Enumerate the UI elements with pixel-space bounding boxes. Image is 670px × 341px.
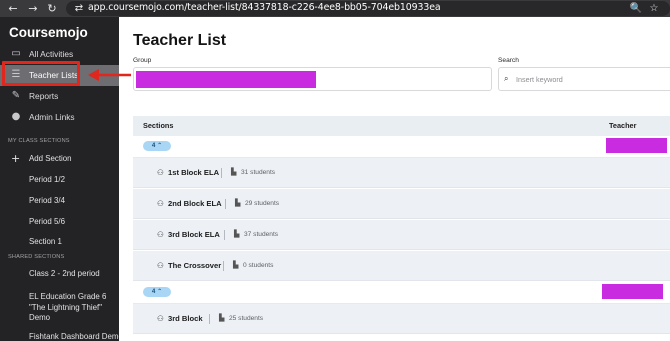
group-icon: ⚇ [157, 261, 164, 270]
redacted-teacher [602, 284, 663, 299]
section-name: The Crossover [168, 261, 222, 270]
sidebar-section-item[interactable]: Period 5/6 [29, 217, 65, 227]
highlight-box [2, 61, 80, 86]
table-group-row[interactable]: 4 ⌃ [133, 282, 670, 304]
student-icon: ▙ [234, 230, 240, 238]
column-header-teacher[interactable]: Teacher [609, 116, 636, 136]
student-count: 25 students [229, 315, 264, 322]
sidebar-item-label: Admin Links [29, 112, 75, 122]
browser-toolbar: ← → ↻ ⇄ app.coursemojo.com/teacher-list/… [0, 0, 670, 17]
link-icon: ● [11, 111, 21, 122]
group-label: Group [133, 57, 152, 64]
plus-icon[interactable]: + [11, 153, 20, 164]
brand-logo[interactable]: Coursemojo [9, 25, 88, 41]
student-count: 29 students [245, 200, 280, 207]
student-count: 31 students [241, 169, 276, 176]
bookmark-star-icon[interactable]: ☆ [647, 0, 661, 17]
add-section-button[interactable]: Add Section [29, 154, 72, 164]
sidebar-item-reports[interactable]: ✎ Reports [0, 86, 119, 107]
separator [209, 314, 210, 324]
collapse-badge[interactable]: 4 ⌃ [143, 141, 171, 151]
chevron-up-icon: ⌃ [157, 142, 163, 149]
column-header-sections[interactable]: Sections [143, 116, 173, 136]
redacted-teacher [606, 138, 667, 153]
group-icon: ⚇ [157, 199, 164, 208]
student-icon: ▙ [233, 261, 239, 269]
redacted-group-value [136, 71, 316, 88]
sidebar-section-item[interactable]: Section 1 [29, 237, 62, 247]
search-label: Search [498, 57, 519, 64]
table-row[interactable]: ⚇ 1st Block ELA ▙ 31 students [133, 158, 670, 188]
table-row[interactable]: ⚇ 3rd Block ELA ▙ 37 students [133, 220, 670, 250]
student-icon: ▙ [231, 168, 237, 176]
table-header: Sections Teacher [133, 116, 670, 136]
section-name: 3rd Block ELA [168, 230, 220, 239]
sidebar-shared-item[interactable]: EL Education Grade 6 "The Lightning Thie… [29, 292, 115, 324]
zoom-icon[interactable]: 🔍 [629, 0, 643, 17]
reload-icon[interactable]: ↻ [43, 0, 61, 17]
section-name: 1st Block ELA [168, 168, 220, 177]
sidebar-item-label: Reports [29, 91, 59, 101]
separator [221, 168, 222, 178]
table-row[interactable]: ⚇ 2nd Block ELA ▙ 29 students [133, 189, 670, 219]
url-text[interactable]: app.coursemojo.com/teacher-list/84337818… [88, 0, 441, 17]
table-row[interactable]: ⚇ The Crossover ▙ 0 students [133, 251, 670, 281]
folder-icon: ▭ [11, 48, 21, 59]
back-arrow-icon[interactable]: ← [4, 0, 22, 17]
sidebar-shared-item[interactable]: Class 2 - 2nd period [29, 269, 100, 279]
sidebar-item-admin-links[interactable]: ● Admin Links [0, 107, 119, 128]
separator [224, 230, 225, 240]
search-placeholder: Insert keyword [516, 75, 563, 84]
sidebar-shared-item[interactable]: Fishtank Dashboard Demo [29, 332, 119, 341]
section-heading-my-class: MY CLASS SECTIONS [8, 138, 70, 144]
student-count: 0 students [243, 262, 274, 269]
collapse-badge[interactable]: 4 ⌃ [143, 287, 171, 297]
student-icon: ▙ [219, 314, 225, 322]
group-icon: ⚇ [157, 168, 164, 177]
page-title: Teacher List [133, 32, 227, 49]
table-group-row[interactable]: 4 ⌃ [133, 136, 670, 158]
pointer-arrow-icon [88, 69, 131, 81]
separator [225, 199, 226, 209]
sidebar-section-item[interactable]: Period 1/2 [29, 175, 65, 185]
student-count: 37 students [244, 231, 279, 238]
chevron-up-icon: ⌃ [157, 288, 163, 295]
forward-arrow-icon[interactable]: → [24, 0, 42, 17]
student-icon: ▙ [235, 199, 241, 207]
search-icon: ⌕ [504, 74, 509, 83]
table-row[interactable]: ⚇ 3rd Block ▙ 25 students [133, 304, 670, 334]
separator [223, 261, 224, 271]
group-icon: ⚇ [157, 314, 164, 323]
section-heading-shared: SHARED SECTIONS [8, 254, 65, 260]
site-settings-icon[interactable]: ⇄ [72, 0, 86, 17]
group-icon: ⚇ [157, 230, 164, 239]
sidebar-section-item[interactable]: Period 3/4 [29, 196, 65, 206]
section-name: 3rd Block [168, 314, 203, 323]
section-name: 2nd Block ELA [168, 199, 222, 208]
edit-icon: ✎ [11, 90, 21, 101]
